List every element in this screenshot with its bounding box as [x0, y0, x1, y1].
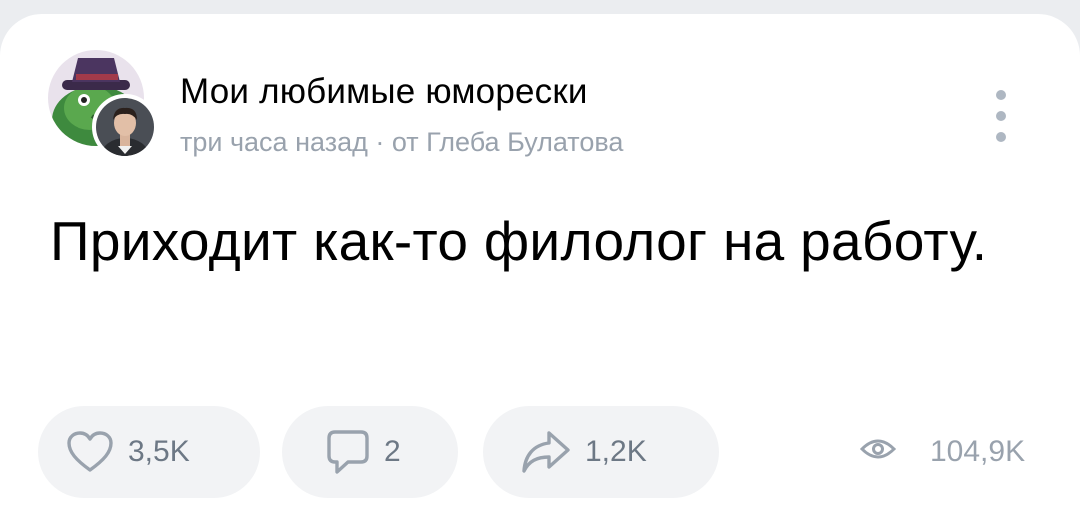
post-author[interactable]: от Глеба Булатова	[392, 127, 624, 157]
comment-icon	[326, 429, 370, 475]
more-vertical-icon	[996, 90, 1006, 100]
meta-separator: ·	[367, 127, 392, 157]
post-card: Мои любимые юморески три часа назад · от…	[0, 14, 1080, 514]
comment-button[interactable]: 2	[282, 406, 458, 498]
share-button[interactable]: 1,2K	[483, 406, 719, 498]
more-options-button[interactable]	[990, 90, 1012, 142]
post-time[interactable]: три часа назад	[180, 127, 368, 157]
views-count: 104,9K	[930, 435, 1026, 468]
heart-icon	[66, 430, 114, 474]
more-dot	[996, 132, 1006, 142]
like-button[interactable]: 3,5K	[38, 406, 260, 498]
share-arrow-icon	[521, 430, 571, 474]
post-avatar-group[interactable]	[48, 50, 160, 162]
author-avatar[interactable]	[92, 94, 158, 160]
comment-count: 2	[384, 435, 401, 468]
group-name[interactable]: Мои любимые юморески	[180, 72, 588, 112]
post-meta: три часа назад · от Глеба Булатова	[180, 127, 623, 158]
share-count: 1,2K	[585, 435, 647, 468]
more-dot	[996, 111, 1006, 121]
eye-icon	[859, 435, 897, 469]
post-text: Приходит как‑то филолог на работу.	[50, 210, 988, 272]
like-count: 3,5K	[128, 435, 190, 468]
views-counter: 104,9K	[859, 434, 1026, 470]
